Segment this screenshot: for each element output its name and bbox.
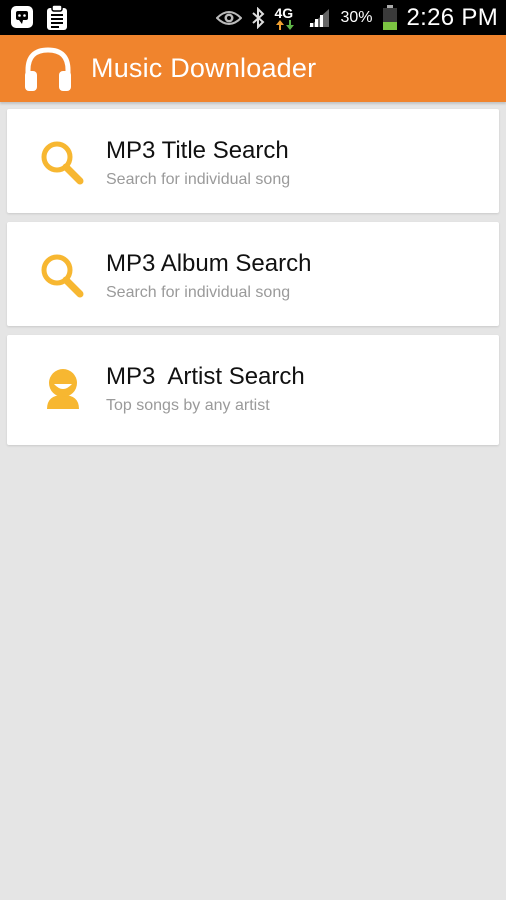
- battery-icon: [382, 4, 397, 30]
- card-title: MP3 Artist Search: [106, 363, 305, 390]
- card-title: MP3 Title Search: [106, 137, 289, 164]
- title-search-card[interactable]: MP3 Title Search Search for individual s…: [7, 109, 499, 213]
- clock: 2:26 PM: [406, 3, 498, 31]
- chat-icon: [11, 6, 33, 28]
- app-bar: Music Downloader: [0, 35, 506, 102]
- search-icon: [41, 141, 84, 185]
- card-title: MP3 Album Search: [106, 250, 312, 277]
- notification-icons: [10, 5, 69, 31]
- status-bar: 4G 30% 2:26 PM: [0, 0, 506, 35]
- card-subtitle: Search for individual song: [106, 171, 291, 188]
- system-icons: 4G 30% 2:26 PM: [216, 0, 498, 35]
- bluetooth-icon: [252, 6, 265, 29]
- artist-search-card[interactable]: MP3 Artist Search Top songs by any artis…: [7, 335, 499, 445]
- person-icon: [47, 369, 79, 409]
- headphones-icon: [25, 47, 71, 91]
- search-icon: [41, 254, 84, 298]
- clipboard-icon: [47, 5, 67, 30]
- network-4g-icon: 4G: [274, 6, 298, 30]
- battery-percent: 30%: [340, 8, 373, 26]
- app-title: Music Downloader: [91, 53, 317, 83]
- signal-icon: [309, 8, 330, 27]
- card-subtitle: Search for individual song: [106, 284, 291, 301]
- album-search-card[interactable]: MP3 Album Search Search for individual s…: [7, 222, 499, 326]
- eye-icon: [216, 10, 243, 25]
- card-subtitle: Top songs by any artist: [106, 397, 270, 414]
- network-label: 4G: [274, 4, 294, 21]
